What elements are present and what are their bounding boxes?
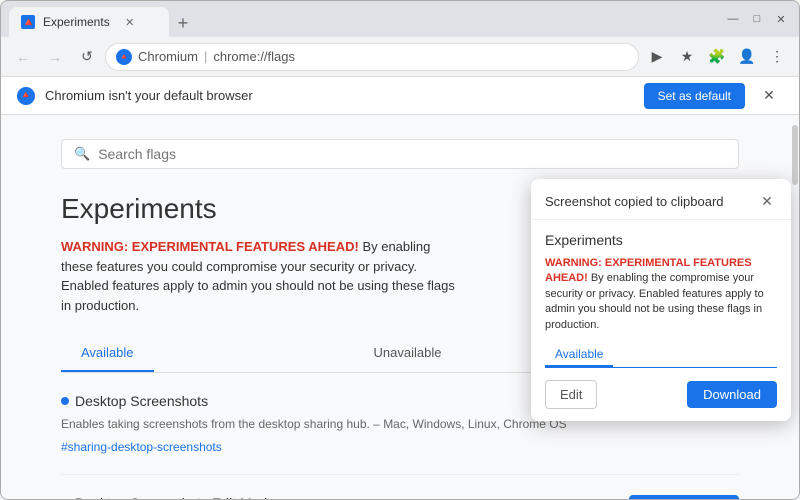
screenshot-popup: Screenshot copied to clipboard ✕ Experim… bbox=[531, 179, 791, 421]
cast-icon: ▶ bbox=[652, 48, 663, 65]
popup-warning: WARNING: EXPERIMENTAL FEATURES AHEAD! By… bbox=[545, 256, 777, 333]
popup-experiments-title: Experiments bbox=[545, 232, 777, 248]
info-bar: 🔺 Chromium isn't your default browser Se… bbox=[1, 77, 799, 115]
window-controls: — □ ✕ bbox=[723, 13, 791, 26]
tab-strip: 🔺 Experiments ✕ + bbox=[9, 1, 719, 37]
popup-overlay: Screenshot copied to clipboard ✕ Experim… bbox=[1, 115, 799, 499]
new-tab-icon: + bbox=[178, 13, 189, 34]
bookmark-button[interactable]: ★ bbox=[673, 43, 701, 71]
active-tab[interactable]: 🔺 Experiments ✕ bbox=[9, 7, 169, 37]
extension-button[interactable]: 🧩 bbox=[703, 43, 731, 71]
close-window-button[interactable]: ✕ bbox=[771, 13, 791, 26]
profile-icon: 👤 bbox=[738, 48, 755, 65]
nav-bar: ← → ↺ 🔺 Chromium | chrome://flags ▶ ★ 🧩 bbox=[1, 37, 799, 77]
popup-tab-available[interactable]: Available bbox=[545, 343, 613, 367]
site-icon: 🔺 bbox=[116, 49, 132, 65]
address-prefix: Chromium bbox=[138, 49, 198, 64]
chromium-icon: 🔺 bbox=[17, 87, 35, 105]
refresh-button[interactable]: ↺ bbox=[73, 43, 101, 71]
popup-header: Screenshot copied to clipboard ✕ bbox=[531, 179, 791, 220]
default-browser-message: Chromium isn't your default browser bbox=[45, 88, 634, 103]
address-separator: | bbox=[204, 49, 207, 64]
maximize-button[interactable]: □ bbox=[747, 13, 767, 25]
download-button[interactable]: Download bbox=[687, 381, 777, 408]
forward-button[interactable]: → bbox=[41, 43, 69, 71]
tab-favicon: 🔺 bbox=[21, 15, 35, 29]
page-content: 🔍 Experiments WARNING: EXPERIMENTAL FEAT… bbox=[1, 115, 799, 499]
set-default-button[interactable]: Set as default bbox=[644, 83, 745, 109]
popup-body: Experiments WARNING: EXPERIMENTAL FEATUR… bbox=[531, 220, 791, 421]
back-icon: ← bbox=[16, 49, 30, 65]
popup-actions: Edit Download bbox=[545, 380, 777, 409]
extension-icon: 🧩 bbox=[708, 48, 725, 65]
popup-title: Screenshot copied to clipboard bbox=[545, 194, 757, 209]
popup-close-button[interactable]: ✕ bbox=[757, 191, 777, 211]
address-url: chrome://flags bbox=[213, 49, 295, 64]
title-bar: 🔺 Experiments ✕ + — □ ✕ bbox=[1, 1, 799, 37]
tab-close-button[interactable]: ✕ bbox=[122, 14, 138, 30]
nav-right-icons: ▶ ★ 🧩 👤 ⋮ bbox=[643, 43, 791, 71]
menu-button[interactable]: ⋮ bbox=[763, 43, 791, 71]
bookmark-icon: ★ bbox=[681, 48, 694, 65]
tab-title: Experiments bbox=[43, 15, 110, 29]
new-tab-button[interactable]: + bbox=[169, 9, 197, 37]
refresh-icon: ↺ bbox=[81, 48, 93, 65]
profile-button[interactable]: 👤 bbox=[733, 43, 761, 71]
address-bar[interactable]: 🔺 Chromium | chrome://flags bbox=[105, 43, 639, 71]
cast-button[interactable]: ▶ bbox=[643, 43, 671, 71]
minimize-button[interactable]: — bbox=[723, 13, 743, 25]
forward-icon: → bbox=[48, 49, 62, 65]
infobar-close-button[interactable]: ✕ bbox=[755, 82, 783, 110]
menu-icon: ⋮ bbox=[770, 48, 784, 65]
edit-button[interactable]: Edit bbox=[545, 380, 597, 409]
infobar-close-icon: ✕ bbox=[763, 87, 775, 104]
popup-tabs: Available bbox=[545, 343, 777, 368]
back-button[interactable]: ← bbox=[9, 43, 37, 71]
